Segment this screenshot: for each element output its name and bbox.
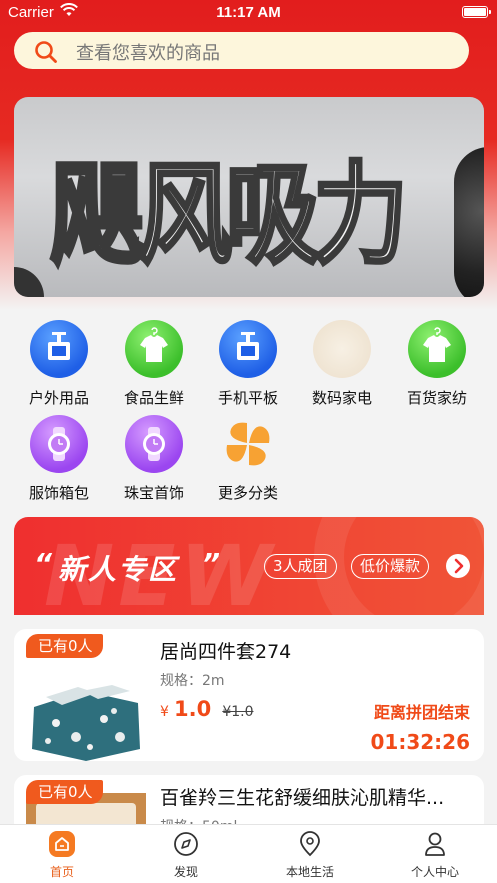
- banner-text: 飓风吸力: [48, 148, 409, 281]
- joined-count-badge: 已有0人: [26, 634, 103, 658]
- appliance-icon: [219, 320, 277, 378]
- promo-banner[interactable]: 飓风吸力: [14, 97, 484, 297]
- new-user-zone-banner[interactable]: NEW “ 新人专区 ” 3人成团 低价爆款: [14, 517, 484, 615]
- product-price: ¥ 1.0 ¥1.0: [160, 697, 254, 721]
- promo-tag-low-price: 低价爆款: [351, 554, 430, 579]
- quote-mark-right: ”: [202, 547, 221, 580]
- compass-icon: [173, 831, 199, 857]
- status-bar: Carrier 11:17 AM: [0, 0, 497, 26]
- tab-local-life[interactable]: 本地生活: [260, 831, 360, 880]
- tab-profile[interactable]: 个人中心: [385, 831, 485, 880]
- product-card[interactable]: 已有0人 居尚四件套274 规格：2m ¥ 1.0 ¥1.0 距离拼团结束 01…: [14, 629, 484, 761]
- banner-wheel-image: [14, 267, 44, 297]
- promo-title: 新人专区: [58, 553, 179, 586]
- appliance-icon: [30, 320, 88, 378]
- location-icon: [297, 831, 323, 857]
- category-phones[interactable]: 手机平板: [203, 320, 293, 408]
- category-apparel[interactable]: 服饰箱包: [14, 415, 104, 503]
- search-placeholder[interactable]: 查看您喜欢的商品: [76, 39, 220, 65]
- category-more[interactable]: 更多分类: [203, 415, 293, 503]
- category-food[interactable]: 食品生鲜: [109, 320, 199, 408]
- product-title: 居尚四件套274: [160, 641, 292, 663]
- clover-icon: [219, 415, 277, 473]
- tab-home[interactable]: 首页: [12, 831, 112, 880]
- home-icon: [49, 831, 75, 857]
- clock: 11:17 AM: [216, 4, 281, 21]
- category-digital[interactable]: 数码家电: [297, 320, 387, 408]
- bottom-tab-bar: 首页 发现 本地生活 个人中心: [0, 824, 497, 883]
- promo-tag-group-buy: 3人成团: [264, 554, 337, 579]
- group-deadline-label: 距离拼团结束: [373, 703, 470, 722]
- watch-icon: [30, 415, 88, 473]
- quote-mark-left: “: [34, 547, 53, 580]
- chevron-right-icon[interactable]: [446, 554, 470, 578]
- category-household[interactable]: 百货家纺: [392, 320, 482, 408]
- joined-count-badge: 已有0人: [26, 780, 103, 804]
- beige-image-icon: [313, 320, 371, 378]
- battery-icon: [462, 6, 491, 18]
- user-icon: [422, 831, 448, 857]
- category-outdoor[interactable]: 户外用品: [14, 320, 104, 408]
- category-jewelry[interactable]: 珠宝首饰: [109, 415, 199, 503]
- product-title: 百雀羚三生花舒缓细肤沁肌精华...: [160, 787, 445, 809]
- countdown-timer: 01:32:26: [370, 730, 471, 754]
- tab-discover[interactable]: 发现: [136, 831, 236, 880]
- watch-icon: [125, 415, 183, 473]
- search-bar[interactable]: 查看您喜欢的商品: [14, 32, 469, 69]
- shirt-icon: [408, 320, 466, 378]
- original-price: ¥1.0: [222, 704, 254, 720]
- search-icon: [35, 41, 57, 63]
- shirt-icon: [125, 320, 183, 378]
- banner-car-image: [454, 147, 484, 297]
- product-spec: 规格：2m: [160, 673, 225, 689]
- product-image-bedding: [26, 657, 146, 761]
